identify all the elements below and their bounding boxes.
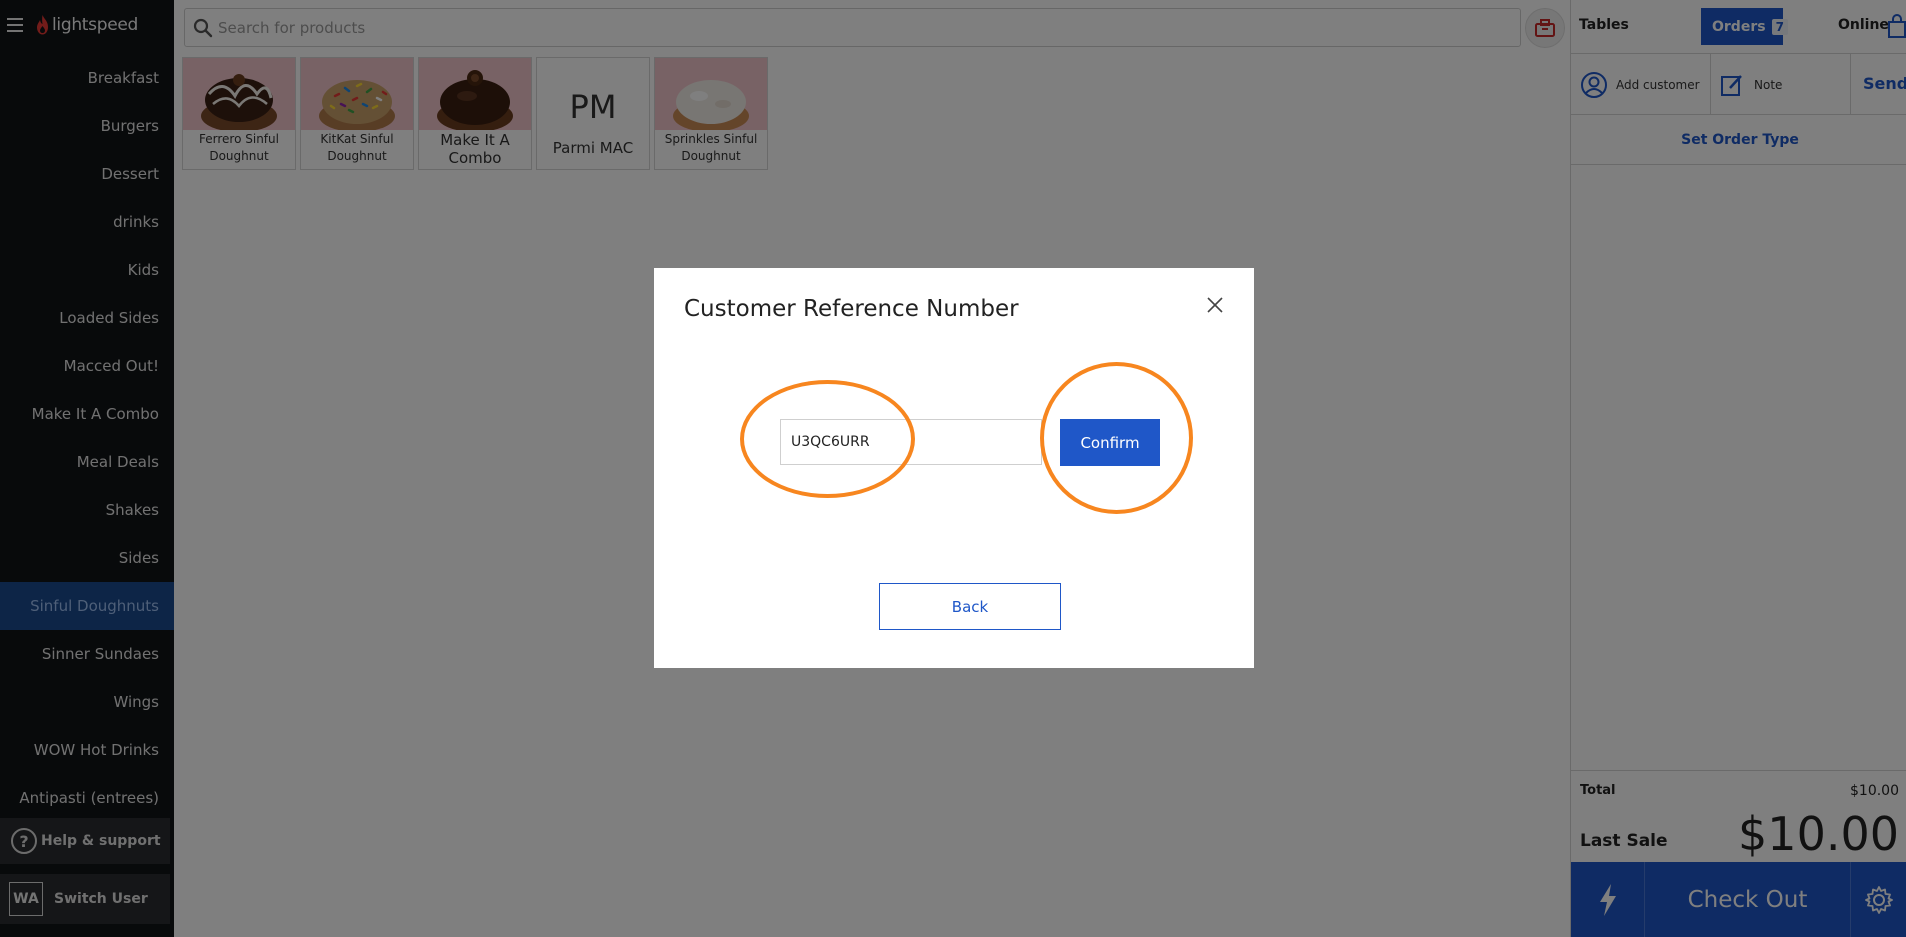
confirm-button[interactable]: Confirm [1060, 419, 1160, 466]
dialog-title: Customer Reference Number [684, 296, 1019, 322]
back-button[interactable]: Back [879, 583, 1061, 630]
close-icon [1207, 297, 1223, 313]
customer-reference-dialog: Customer Reference Number Confirm Back [654, 268, 1254, 668]
close-button[interactable] [1201, 291, 1229, 319]
reference-number-input[interactable] [780, 419, 1042, 465]
